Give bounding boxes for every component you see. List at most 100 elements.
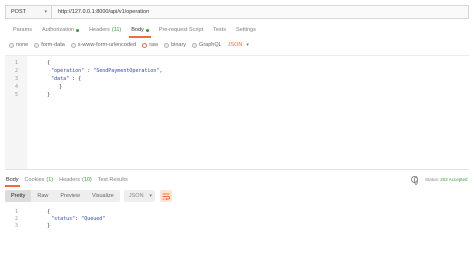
code-token: , [159,67,163,74]
code-line: 5 } [5,91,50,98]
line-number: 1 [14,208,18,215]
tab-authorization[interactable]: Authorization [37,23,84,37]
radio-circle-icon [34,42,40,48]
code-line: 2 "operation" : "SendPaymentOperation", [5,67,162,74]
code-token: } [47,91,51,98]
view-mode-group: Pretty Raw Preview Visualize [5,190,120,202]
line-number: 3 [14,222,18,229]
response-header: Body Cookies (1) Headers (10) Test Resul… [0,174,474,187]
radio-label: none [16,42,29,48]
request-url-bar: POST ▾ http://127.0.0.1:8000/api/v1/oper… [5,5,469,19]
chevron-down-icon: ▾ [44,9,47,15]
tab-label: Pre-request Script [158,27,204,33]
line-number: 2 [14,215,18,222]
code-line: 4 } [5,83,62,90]
response-tab-cookies[interactable]: Cookies (1) [22,174,57,186]
response-status: Status: 202 Accepted [425,177,468,182]
line-number: 3 [14,75,18,82]
wrap-lines-icon [162,193,170,200]
chevron-down-icon: ▾ [149,193,152,199]
response-toolbar: Pretty Raw Preview Visualize JSON ▾ [5,190,172,202]
radio-label: raw [149,42,159,48]
response-tab-body[interactable]: Body [3,174,22,187]
format-label: JSON [227,42,243,48]
url-input[interactable]: http://127.0.0.1:8000/api/v1/operation [52,5,469,19]
status-label: Status: [425,177,440,182]
radio-circle-icon [164,42,170,48]
status-dot-icon [145,28,149,32]
json-key: "status" [51,215,76,222]
radio-label: form-data [41,42,65,48]
code-token: : [84,67,94,74]
radio-label: binary [171,42,187,48]
tab-body[interactable]: Body [126,23,154,38]
radio-form-data[interactable]: form-data [34,42,65,48]
mode-pretty-button[interactable]: Pretty [5,190,32,202]
tab-count: (11) [111,27,122,33]
code-token: } [59,83,63,90]
format-label: JSON [128,193,144,199]
radio-label: x-www-form-urlencoded [77,42,137,48]
radio-selected-icon [142,42,148,48]
chevron-down-icon: ▾ [246,42,249,48]
line-number: 2 [14,67,18,74]
tab-label: Test Results [97,177,128,183]
line-number: 5 [14,91,18,98]
url-text: http://127.0.0.1:8000/api/v1/operation [58,9,150,15]
tab-label: Settings [235,27,256,33]
tab-label: Body [6,177,19,183]
mode-raw-button[interactable]: Raw [31,190,54,202]
code-line: 2 "status": "Queued" [5,215,105,222]
mode-preview-button[interactable]: Preview [54,190,86,202]
code-line: 3 "data" : { [5,75,81,82]
code-line: 1 { [5,59,50,66]
request-tabs: Params Authorization Headers (11) Body P… [8,23,261,38]
tab-params[interactable]: Params [8,23,37,37]
response-body-viewer[interactable]: 1 { 2 "status": "Queued" 3 } [5,205,469,258]
wrap-lines-button[interactable] [159,190,172,202]
radio-circle-icon [192,42,198,48]
radio-none[interactable]: none [9,42,28,48]
response-tab-test-results[interactable]: Test Results [95,174,131,186]
request-body-editor[interactable]: 1 { 2 "operation" : "SendPaymentOperatio… [5,55,469,170]
radio-graphql[interactable]: GraphQL [192,42,222,48]
code-line: 1 { [5,208,50,215]
tab-label: Params [13,27,32,33]
tab-pre-request-script[interactable]: Pre-request Script [154,23,208,37]
tab-label: Cookies [24,177,45,183]
method-label: POST [11,9,26,15]
status-dot-icon [76,28,80,32]
mode-visualize-button[interactable]: Visualize [86,190,120,202]
body-type-selector: none form-data x-www-form-urlencoded raw… [9,40,249,50]
radio-urlencoded[interactable]: x-www-form-urlencoded [70,42,137,48]
globe-icon[interactable] [411,176,418,185]
tab-label: Headers [59,177,80,183]
tab-count: (10) [81,177,92,183]
radio-raw[interactable]: raw [142,42,158,48]
tab-count: (1) [46,177,54,183]
response-tab-headers[interactable]: Headers (10) [56,174,95,186]
response-tabs: Body Cookies (1) Headers (10) Test Resul… [3,174,131,187]
response-format-select[interactable]: JSON ▾ [123,190,155,202]
radio-binary[interactable]: binary [164,42,186,48]
code-token: : { [69,75,82,82]
tab-label: Body [131,27,144,33]
tab-tests[interactable]: Tests [208,23,231,37]
tab-label: Authorization [41,27,75,33]
tab-headers[interactable]: Headers (11) [84,23,126,37]
radio-label: GraphQL [199,42,222,48]
json-value: "SendPaymentOperation" [93,67,160,74]
json-value: "Queued" [81,215,106,222]
method-select[interactable]: POST ▾ [5,5,52,19]
line-number: 1 [14,59,18,66]
code-token: } [47,222,51,229]
radio-circle-icon [70,42,76,48]
status-badge[interactable]: 202 Accepted [440,177,467,182]
code-line: 3 } [5,222,50,229]
line-number: 4 [14,83,18,90]
format-select[interactable]: JSON ▾ [228,42,249,48]
radio-circle-icon [9,42,14,48]
tab-settings[interactable]: Settings [231,23,261,37]
tab-label: Tests [213,27,226,33]
tab-label: Headers [89,27,110,33]
